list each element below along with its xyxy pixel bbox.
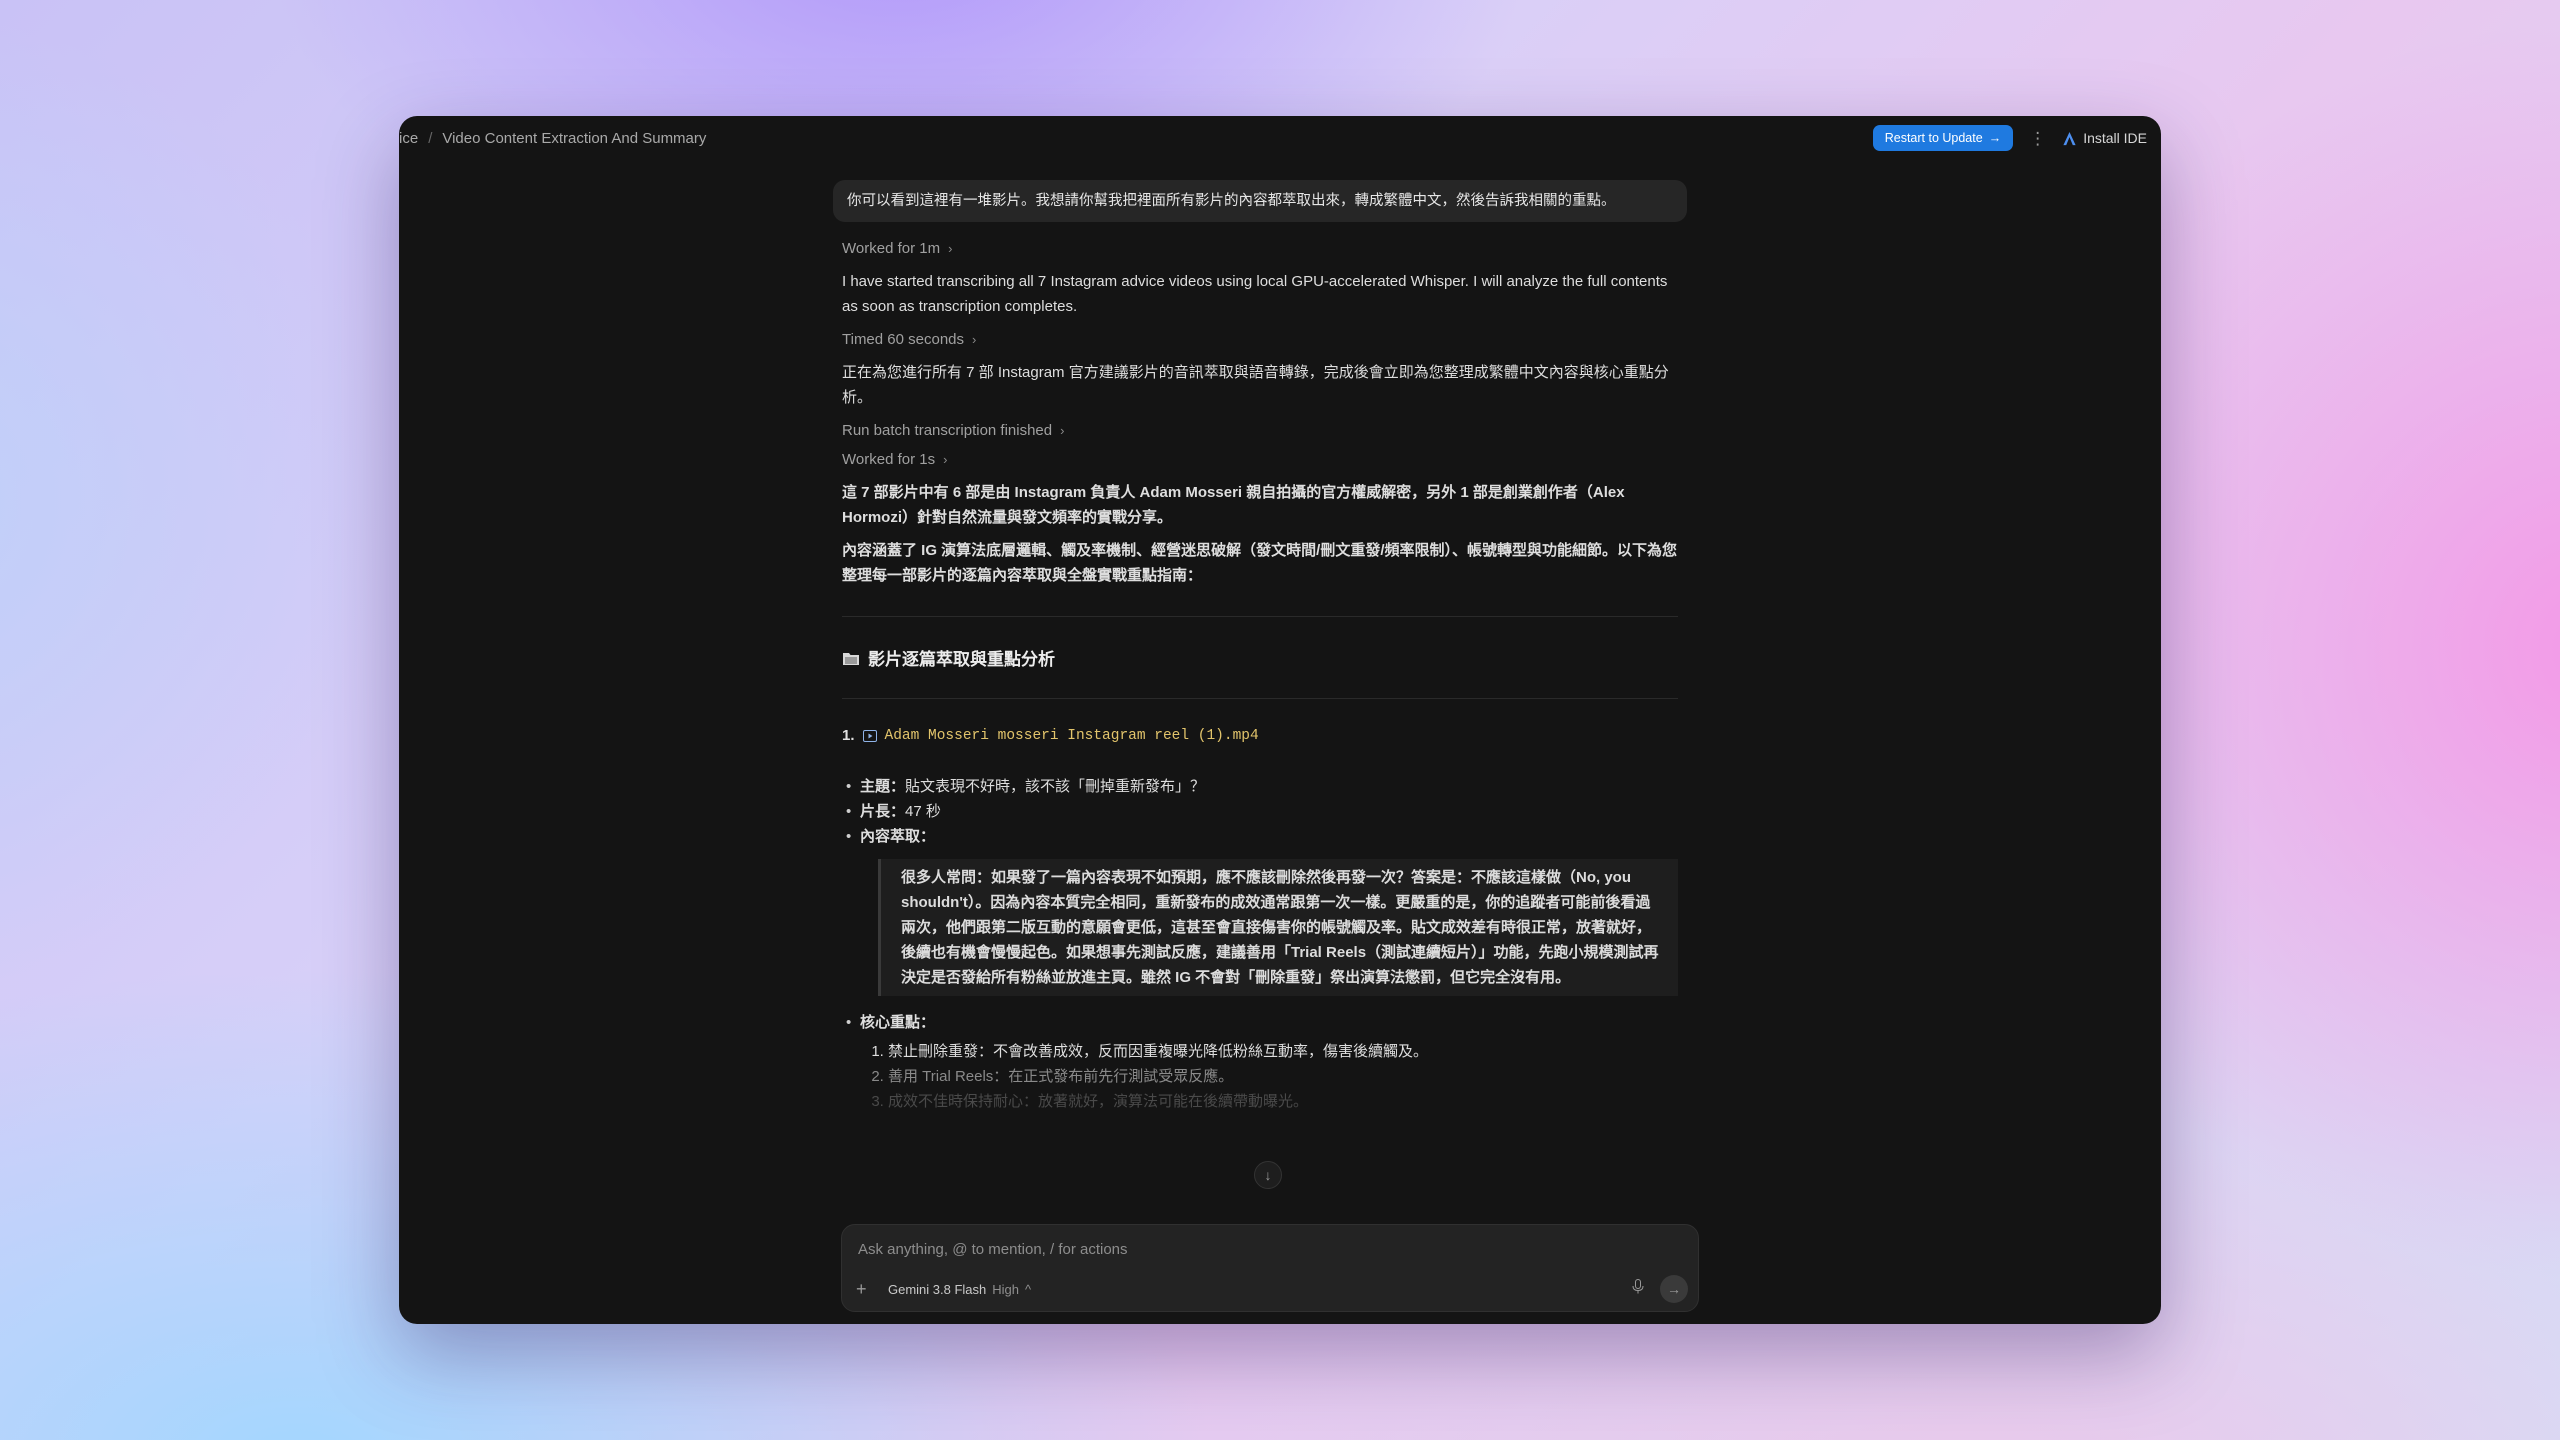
topic-item: 主題：貼文表現不好時，該不該「刪掉重新發布」？: [842, 774, 1678, 799]
key-points-list: 禁止刪除重發：不會改善成效，反而因重複曝光降低粉絲互動率，傷害後續觸及。 善用 …: [842, 1039, 1678, 1114]
chevron-right-icon: ›: [1060, 423, 1065, 438]
key-point: 善用 Trial Reels：在正式發布前先行測試受眾反應。: [888, 1064, 1678, 1089]
chat-composer: + Gemini 3.8 Flash High ^ →: [841, 1224, 1699, 1312]
length-item: 片長：47 秒: [842, 799, 1678, 824]
assistant-message: 正在為您進行所有 7 部 Instagram 官方建議影片的音訊萃取與語音轉錄，…: [842, 364, 1669, 406]
step-worked-1s[interactable]: Worked for 1s ›: [842, 451, 1678, 468]
chevron-right-icon: ›: [972, 332, 977, 347]
length-label: 片長：: [860, 803, 906, 820]
chat-input[interactable]: [856, 1235, 1640, 1263]
video-item-1: 1. Adam Mosseri mosseri Instagram reel (…: [842, 727, 1678, 744]
arrow-right-icon: →: [1988, 131, 2002, 145]
breadcrumb-current: Video Content Extraction And Summary: [442, 129, 707, 147]
step-timed-60s[interactable]: Timed 60 seconds ›: [842, 331, 1678, 348]
scroll-to-bottom-button[interactable]: ↓: [1254, 1161, 1282, 1189]
step-label: Run batch transcription finished: [842, 422, 1053, 439]
more-options-icon[interactable]: ⋮: [2025, 130, 2050, 147]
summary-paragraph: 這 7 部影片中有 6 部是由 Instagram 負責人 Adam Mosse…: [842, 484, 1625, 526]
item-number: 1.: [842, 727, 855, 744]
folder-icon: [843, 652, 859, 665]
composer-toolbar: + Gemini 3.8 Flash High ^ →: [856, 1275, 1688, 1303]
step-label: Worked for 1m: [842, 240, 941, 257]
summary-paragraph: 內容涵蓋了 IG 演算法底層邏輯、觸及率機制、經營迷思破解（發文時間/刪文重發/…: [842, 542, 1678, 584]
send-button[interactable]: →: [1660, 1275, 1688, 1303]
video-file-icon: [862, 729, 877, 742]
step-worked-1m[interactable]: Worked for 1m ›: [842, 240, 1678, 257]
key-point: 禁止刪除重發：不會改善成效，反而因重複曝光降低粉絲互動率，傷害後續觸及。: [888, 1039, 1678, 1064]
chevron-right-icon: ›: [943, 452, 948, 467]
transcript-quote: 很多人常問：如果發了一篇內容表現不如預期，應不應該刪除然後再發一次？答案是：不應…: [878, 859, 1678, 996]
section-title: 影片逐篇萃取與重點分析: [868, 650, 1055, 669]
breadcrumb-prev[interactable]: ice: [399, 130, 418, 147]
video-filename-link[interactable]: Adam Mosseri mosseri Instagram reel (1).…: [885, 728, 1259, 744]
restart-label: Restart to Update: [1884, 131, 1983, 145]
extract-item: 內容萃取： 很多人常問：如果發了一篇內容表現不如預期，應不應該刪除然後再發一次？…: [842, 824, 1678, 996]
user-message: 你可以看到這裡有一堆影片。我想請你幫我把裡面所有影片的內容都萃取出來，轉成繁體中…: [833, 180, 1687, 222]
key-points-label: 核心重點：: [860, 1014, 936, 1031]
divider: [842, 698, 1678, 699]
breadcrumb: ice / Video Content Extraction And Summa…: [399, 116, 706, 160]
chevron-right-icon: ›: [948, 241, 953, 256]
divider: [842, 616, 1678, 617]
breadcrumb-separator: /: [428, 129, 433, 147]
chat-scroll-area[interactable]: 你可以看到這裡有一堆影片。我想請你幫我把裡面所有影片的內容都萃取出來，轉成繁體中…: [833, 180, 1687, 1220]
model-selector[interactable]: Gemini 3.8 Flash High ^: [888, 1282, 1031, 1297]
top-bar: ice / Video Content Extraction And Summa…: [399, 116, 2161, 160]
step-batch-finished[interactable]: Run batch transcription finished ›: [842, 422, 1678, 439]
arrow-down-icon: ↓: [1264, 1167, 1272, 1183]
model-name: Gemini 3.8 Flash: [888, 1281, 987, 1297]
key-point: 成效不佳時保持耐心：放著就好，演算法可能在後續帶動曝光。: [888, 1089, 1678, 1114]
assistant-response: Worked for 1m › I have started transcrib…: [833, 240, 1687, 1114]
antigravity-logo-icon: [2063, 131, 2076, 145]
step-label: Worked for 1s: [842, 451, 936, 468]
video-details-list: 主題：貼文表現不好時，該不該「刪掉重新發布」？ 片長：47 秒 內容萃取： 很多…: [842, 774, 1678, 1035]
key-points-item: 核心重點：: [842, 1010, 1678, 1035]
section-heading: 影片逐篇萃取與重點分析: [842, 645, 1678, 670]
topic-label: 主題：: [860, 778, 906, 795]
assistant-message: I have started transcribing all 7 Instag…: [842, 273, 1668, 315]
arrow-right-icon: →: [1667, 1281, 1681, 1297]
composer-actions: →: [1632, 1275, 1688, 1303]
topic-text: 貼文表現不好時，該不該「刪掉重新發布」？: [905, 778, 1206, 795]
extract-label: 內容萃取：: [860, 828, 936, 845]
length-text: 47 秒: [905, 803, 941, 820]
add-attachment-icon[interactable]: +: [856, 1279, 876, 1300]
microphone-icon[interactable]: [1632, 1279, 1644, 1299]
chevron-up-icon: ^: [1025, 1281, 1032, 1297]
restart-to-update-button[interactable]: Restart to Update →: [1872, 125, 2014, 151]
app-window: ice / Video Content Extraction And Summa…: [399, 116, 2161, 1324]
install-ide-button[interactable]: Install IDE: [2062, 130, 2147, 146]
install-ide-label: Install IDE: [2083, 130, 2147, 146]
model-level: High: [992, 1281, 1020, 1297]
step-label: Timed 60 seconds: [842, 331, 965, 348]
top-right-actions: Restart to Update → ⋮ Install IDE: [1872, 125, 2147, 151]
